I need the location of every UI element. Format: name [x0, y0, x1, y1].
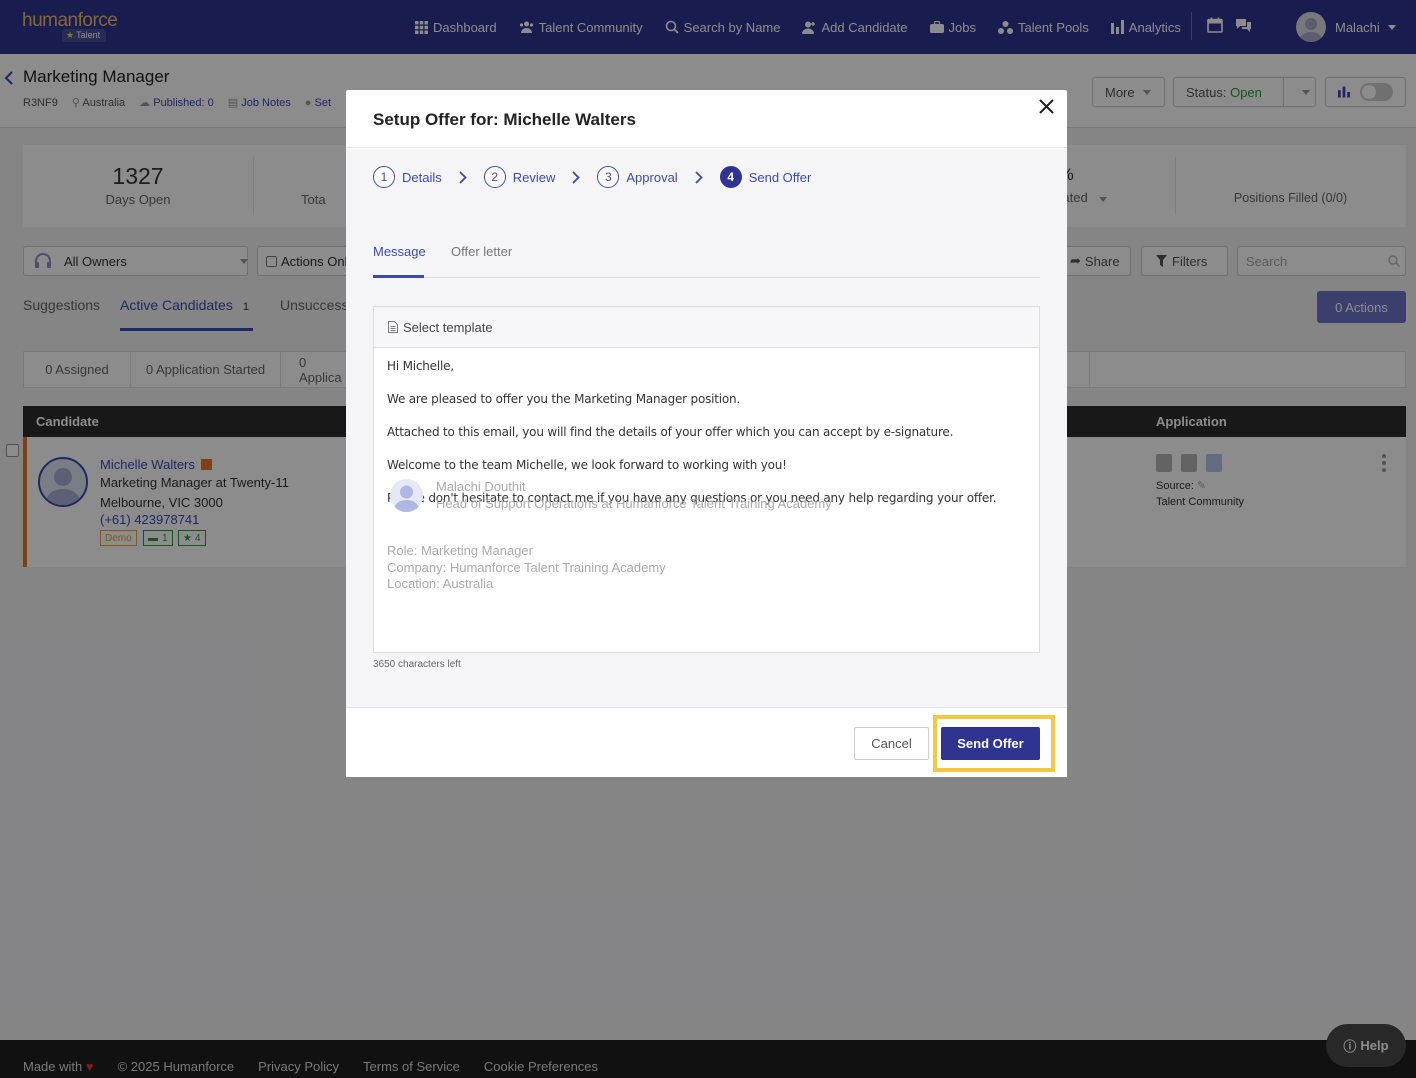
modal-footer: Cancel Send Offer [346, 707, 1067, 777]
step-review[interactable]: 2 Review [483, 166, 555, 188]
chevron-right-icon [459, 170, 467, 184]
offer-steps: 1 Details 2 Review 3 Approval 4 Send Offer [373, 166, 811, 188]
step-approval[interactable]: 3 Approval [597, 166, 678, 188]
job-info: Role: Marketing Manager Company: Humanfo… [387, 543, 666, 593]
signature-role: Head of Support Operations at Humanforce… [436, 496, 832, 511]
message-line: We are pleased to offer you the Marketin… [387, 392, 741, 406]
close-icon[interactable] [1038, 98, 1055, 115]
document-icon [388, 321, 398, 333]
send-offer-button[interactable]: Send Offer [941, 727, 1040, 760]
message-tab-underline [373, 275, 424, 278]
modal-title: Setup Offer for: Michelle Walters [373, 110, 636, 129]
message-line: Hi Michelle, [387, 359, 454, 373]
tab-message[interactable]: Message [373, 244, 426, 259]
location-line: Location: Australia [387, 576, 494, 591]
tab-offer-letter[interactable]: Offer letter [451, 244, 512, 259]
modal-body: 1 Details 2 Review 3 Approval 4 Send Offer M… [346, 149, 1067, 707]
modal-header: Setup Offer for: Michelle Walters [346, 90, 1067, 148]
step-send-offer[interactable]: 4 Send Offer [719, 166, 811, 188]
select-template-button[interactable]: Select template [374, 307, 1039, 348]
cancel-button[interactable]: Cancel [854, 727, 929, 760]
chevron-right-icon [695, 170, 703, 184]
message-line: Attached to this email, you will find th… [387, 425, 954, 439]
characters-left: 3650 characters left [373, 659, 461, 670]
chevron-right-icon [572, 170, 581, 184]
company-line: Company: Humanforce Talent Training Acad… [387, 559, 666, 575]
setup-offer-modal: Setup Offer for: Michelle Walters 1 Detai… [346, 90, 1067, 777]
signature-avatar [390, 479, 423, 512]
message-editor[interactable]: Select template Hi Michelle, We are plea… [373, 306, 1040, 653]
role-line: Role: Marketing Manager [387, 543, 533, 558]
step-details[interactable]: 1 Details [373, 166, 442, 188]
message-tabs: Message Offer letter [373, 244, 1040, 278]
signature-name: Malachi Douthit [436, 479, 526, 494]
